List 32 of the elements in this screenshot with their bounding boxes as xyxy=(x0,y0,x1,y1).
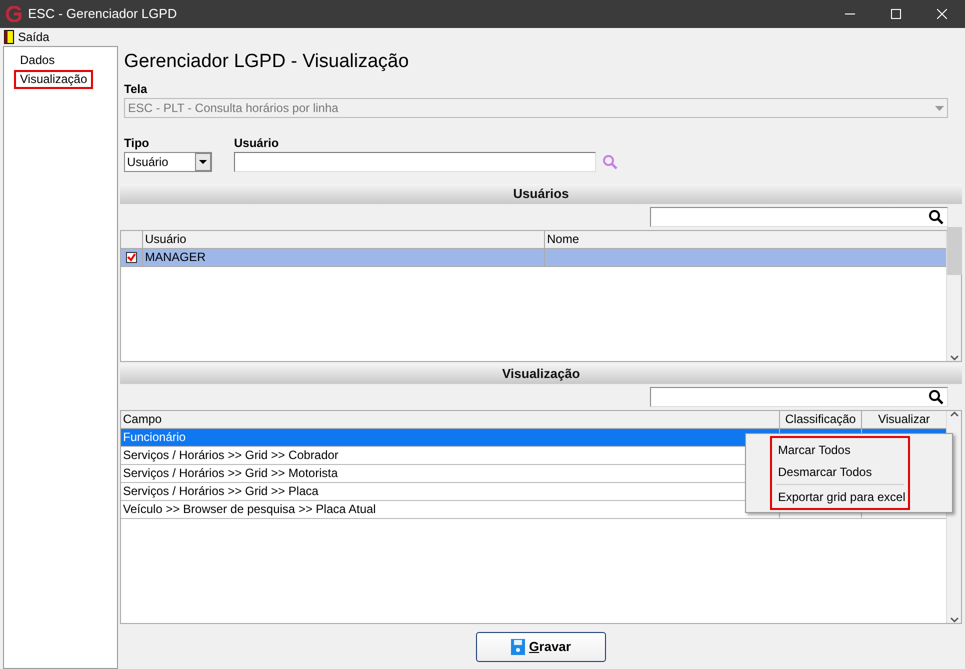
search-icon[interactable] xyxy=(928,389,944,405)
column-header[interactable]: Campo xyxy=(121,411,780,428)
section-title: Visualização xyxy=(502,365,580,384)
type-dropdown[interactable]: Usuário xyxy=(124,152,212,172)
save-button[interactable]: Gravar xyxy=(476,632,606,662)
window-title: ESC - Gerenciador LGPD xyxy=(28,5,177,24)
column-header[interactable]: Visualizar xyxy=(862,411,946,428)
page-heading: Gerenciador LGPD - Visualização xyxy=(124,50,410,74)
app-logo-icon xyxy=(6,6,22,22)
menu-item[interactable]: Saída xyxy=(4,28,56,46)
column-header[interactable]: Classificação xyxy=(780,411,862,428)
user-input-field[interactable] xyxy=(234,152,596,172)
column-header[interactable]: Nome xyxy=(545,231,946,248)
section-title: Usuários xyxy=(513,185,569,204)
tree-item[interactable]: Dados xyxy=(14,51,61,70)
field-label: Tela xyxy=(124,81,148,98)
field-label: Tipo xyxy=(124,135,150,152)
column-header[interactable]: Usuário xyxy=(143,231,545,248)
tree-item[interactable]: Visualização xyxy=(14,70,94,89)
scroll-down-icon[interactable] xyxy=(950,617,958,623)
field-label: Usuário xyxy=(234,135,280,152)
scroll-down-icon[interactable] xyxy=(950,355,958,361)
caret-icon xyxy=(935,106,944,110)
table-cell: MANAGER xyxy=(143,249,545,266)
door-icon xyxy=(4,30,14,44)
filter-field[interactable] xyxy=(650,207,948,227)
checkbox[interactable] xyxy=(126,252,137,263)
grid-row[interactable]: MANAGER xyxy=(121,249,946,267)
scroll-thumb[interactable] xyxy=(946,227,962,275)
scroll-up-icon[interactable] xyxy=(950,411,958,417)
filter-field[interactable] xyxy=(650,387,948,407)
search-icon[interactable] xyxy=(928,209,944,225)
